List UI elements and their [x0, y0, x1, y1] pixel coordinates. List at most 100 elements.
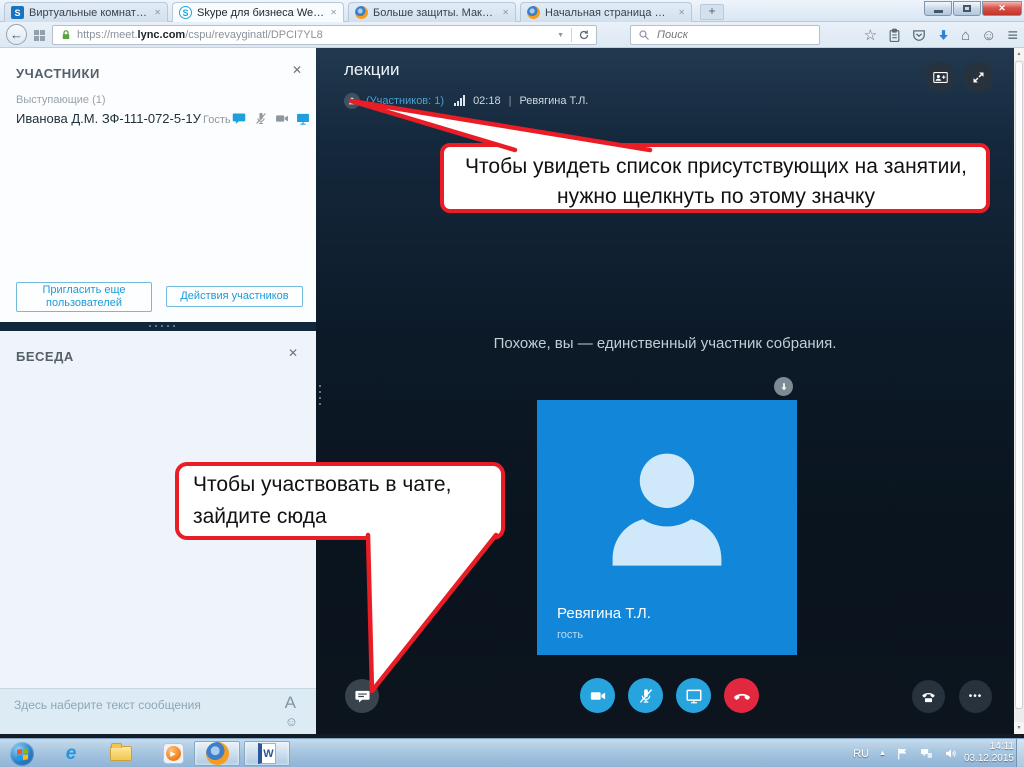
- tray-expand-icon[interactable]: ▲: [879, 750, 886, 757]
- mic-muted-icon[interactable]: [253, 111, 269, 126]
- url-bar[interactable]: https://meet. lync.com/cspu/revayginatl/D…: [52, 25, 597, 45]
- hang-up-button[interactable]: [724, 678, 759, 713]
- system-tray: RU ▲: [853, 739, 958, 767]
- tab-more-protection[interactable]: Больше защиты. Максим... ✕: [348, 2, 516, 22]
- tab-close-icon[interactable]: ✕: [324, 8, 343, 17]
- participant-video-tile[interactable]: Ревягина Т.Л. гость: [537, 400, 797, 655]
- presenters-group-label: Выступающие (1): [16, 94, 106, 106]
- tab-close-icon[interactable]: ✕: [148, 8, 167, 17]
- chat-input-area: А ☺: [0, 688, 316, 734]
- clipboard-icon[interactable]: [888, 28, 901, 43]
- volume-icon[interactable]: [944, 747, 958, 760]
- person-silhouette-icon: [612, 453, 722, 566]
- url-path: /cspu/revayginatl/DPCI7YL8: [185, 29, 323, 41]
- camera-button[interactable]: [580, 678, 615, 713]
- firefox-icon: [205, 742, 229, 765]
- search-box[interactable]: [630, 25, 820, 45]
- sharepoint-icon: S: [11, 6, 24, 19]
- tab-label: Больше защиты. Максим...: [373, 6, 496, 19]
- action-center-flag-icon[interactable]: [896, 747, 909, 761]
- invite-more-users-button[interactable]: Пригласить еще пользователей: [16, 282, 152, 312]
- stage-splitter-grip-icon[interactable]: [319, 383, 321, 409]
- screen-share-icon[interactable]: [295, 111, 311, 126]
- clock-time: 14:11: [989, 741, 1014, 752]
- firefox-icon: [527, 6, 540, 19]
- add-participant-button[interactable]: [925, 62, 955, 92]
- skype-icon: S: [179, 6, 192, 19]
- splitter-grip-icon: [147, 325, 177, 327]
- close-participants-icon[interactable]: ✕: [292, 63, 302, 77]
- back-button[interactable]: ←: [6, 24, 27, 45]
- participants-title: УЧАСТНИКИ: [16, 66, 100, 81]
- taskbar-word-button[interactable]: W: [244, 741, 290, 766]
- scroll-up-button[interactable]: ▲: [1014, 48, 1024, 60]
- tab-close-icon[interactable]: ✕: [496, 8, 515, 17]
- menu-icon[interactable]: ≡: [1007, 26, 1018, 44]
- mute-button[interactable]: [628, 678, 663, 713]
- browser-tab-bar: S Виртуальные комнаты Ф... ✕ S Skype для…: [0, 0, 1024, 22]
- home-icon[interactable]: ⌂: [961, 28, 970, 43]
- participant-actions-button[interactable]: Действия участников: [166, 286, 303, 307]
- meeting-timer: 02:18: [473, 94, 501, 107]
- ellipsis-icon: •••: [968, 691, 983, 702]
- desktop: S Виртуальные комнаты Ф... ✕ S Skype для…: [0, 0, 1024, 767]
- panel-splitter[interactable]: [0, 322, 316, 331]
- search-input[interactable]: [655, 28, 795, 42]
- url-scheme: https://meet.: [77, 29, 138, 41]
- reload-button[interactable]: [572, 29, 596, 41]
- tab-skype-web-app[interactable]: S Skype для бизнеса Web App ✕: [172, 2, 344, 22]
- tab-label: Skype для бизнеса Web App: [197, 6, 324, 19]
- taskbar-media-player-button[interactable]: ▶: [158, 741, 188, 766]
- im-bubble-icon[interactable]: [231, 111, 247, 126]
- share-screen-button[interactable]: [676, 678, 711, 713]
- tab-close-icon[interactable]: ✕: [672, 8, 691, 17]
- chat-message-input[interactable]: [12, 697, 242, 713]
- callout-chat-hint-text: Чтобы участвовать в чате, зайдите сюда: [193, 473, 452, 528]
- taskbar-ie-button[interactable]: e: [56, 741, 86, 766]
- meeting-info-row: (Участников: 1) 02:18 | Ревягина Т.Л.: [344, 92, 588, 109]
- chat-toggle-button[interactable]: [345, 679, 379, 713]
- participants-panel: УЧАСТНИКИ ✕ Выступающие (1) Иванова Д.М.…: [0, 48, 316, 322]
- windows-taskbar: e ▶ W RU ▲ 14:11 03.12.2015: [0, 738, 1024, 767]
- search-icon: [639, 30, 649, 40]
- phone-audio-button[interactable]: [912, 680, 945, 713]
- video-camera-icon[interactable]: [274, 111, 290, 126]
- minimize-button[interactable]: [924, 1, 952, 16]
- taskbar-firefox-button[interactable]: [194, 741, 240, 766]
- windows-logo-icon: [16, 747, 28, 761]
- font-options-icon[interactable]: А: [285, 693, 296, 713]
- participants-count-icon[interactable]: [344, 92, 360, 109]
- tab-virtual-rooms[interactable]: S Виртуальные комнаты Ф... ✕: [4, 2, 168, 22]
- hello-smiley-icon[interactable]: ☺: [981, 28, 996, 43]
- restore-button[interactable]: [953, 1, 981, 16]
- emoticon-icon[interactable]: ☺: [285, 714, 298, 729]
- divider: |: [508, 94, 512, 107]
- taskbar-clock[interactable]: 14:11 03.12.2015: [960, 741, 1014, 765]
- more-options-button[interactable]: •••: [959, 680, 992, 713]
- start-button[interactable]: [10, 742, 34, 766]
- scroll-down-button[interactable]: ▼: [1014, 722, 1024, 734]
- fullscreen-button[interactable]: [963, 62, 993, 92]
- participants-count-label[interactable]: (Участников: 1): [366, 95, 444, 107]
- tab-mozilla-start[interactable]: Начальная страница Mozi... ✕: [520, 2, 692, 22]
- callout-participants-hint-text: Чтобы увидеть список присутствующих на з…: [465, 155, 967, 208]
- show-desktop-button[interactable]: [1016, 739, 1024, 767]
- pocket-icon[interactable]: [912, 28, 926, 42]
- media-player-icon: ▶: [162, 743, 184, 764]
- network-icon[interactable]: [919, 747, 934, 760]
- language-indicator[interactable]: RU: [853, 748, 869, 760]
- browser-scrollbar[interactable]: ▲ ▼: [1014, 48, 1024, 734]
- scrollbar-thumb[interactable]: [1015, 61, 1023, 709]
- download-icon[interactable]: [937, 28, 950, 42]
- tile-participant-role: гость: [557, 629, 584, 641]
- close-window-button[interactable]: ✕: [982, 1, 1022, 16]
- taskbar-explorer-button[interactable]: [106, 741, 136, 766]
- tile-download-icon[interactable]: [774, 377, 793, 396]
- participant-name: Иванова Д.М. ЗФ-111-072-5-1У: [16, 111, 201, 126]
- grid-icon[interactable]: [34, 30, 45, 41]
- close-chat-icon[interactable]: ✕: [288, 346, 298, 360]
- word-icon: W: [258, 743, 276, 764]
- new-tab-button[interactable]: +: [700, 4, 724, 20]
- bookmark-star-icon[interactable]: ☆: [864, 28, 877, 43]
- url-dropdown-icon[interactable]: ▼: [550, 32, 571, 39]
